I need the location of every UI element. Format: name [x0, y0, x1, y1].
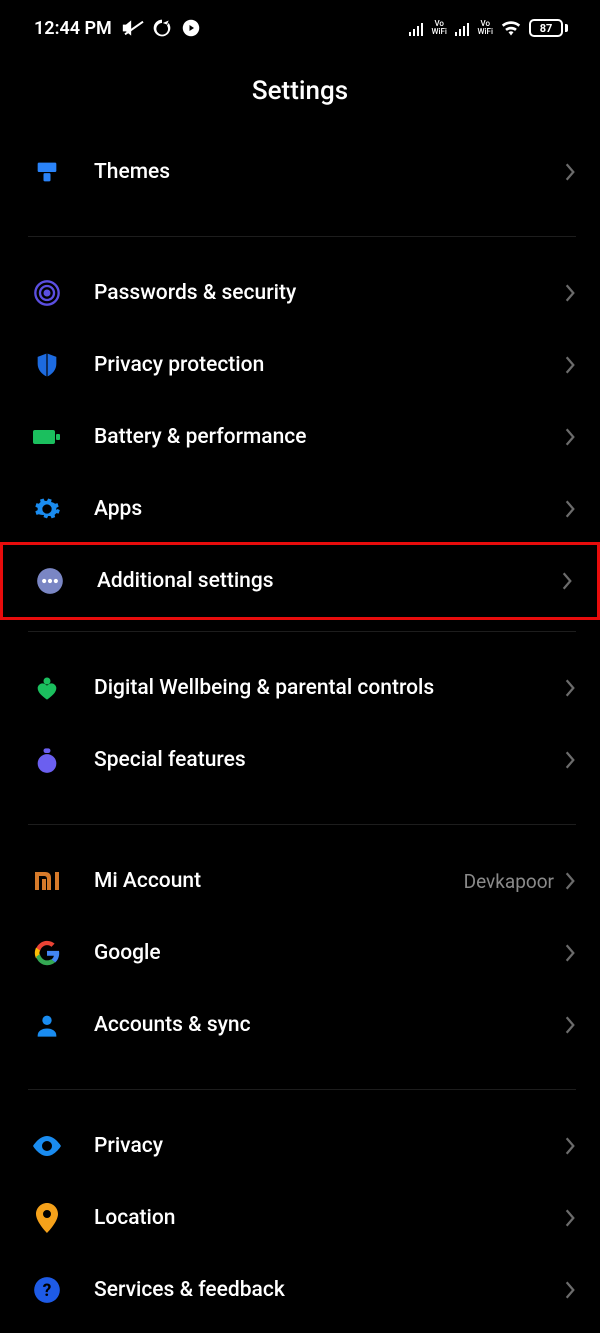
chevron-right-icon: [564, 427, 576, 447]
row-battery-performance[interactable]: Battery & performance: [0, 401, 600, 473]
flask-icon: [32, 745, 62, 775]
label-location: Location: [94, 1206, 564, 1230]
mi-logo-icon: [32, 866, 62, 896]
row-additional-settings[interactable]: Additional settings: [3, 545, 597, 617]
label-google: Google: [94, 941, 564, 965]
more-icon: [35, 566, 65, 596]
clock: 12:44 PM: [34, 18, 112, 39]
chevron-right-icon: [564, 355, 576, 375]
row-privacy-protection[interactable]: Privacy protection: [0, 329, 600, 401]
wellbeing-icon: [32, 673, 62, 703]
battery-icon: 87: [529, 19, 568, 37]
vowifi-1: VoWiFi: [431, 20, 447, 36]
divider: [28, 824, 576, 825]
battery-icon: [32, 422, 62, 452]
chevron-right-icon: [564, 1280, 576, 1300]
google-icon: [32, 938, 62, 968]
chevron-right-icon: [564, 1136, 576, 1156]
chevron-right-icon: [564, 499, 576, 519]
chevron-right-icon: [564, 1015, 576, 1035]
row-privacy[interactable]: Privacy: [0, 1110, 600, 1182]
divider: [28, 1089, 576, 1090]
chevron-right-icon: [564, 1208, 576, 1228]
label-privacy: Privacy: [94, 1134, 564, 1158]
row-passwords-security[interactable]: Passwords & security: [0, 257, 600, 329]
row-location[interactable]: Location: [0, 1182, 600, 1254]
label-apps: Apps: [94, 497, 564, 521]
label-themes: Themes: [94, 160, 564, 184]
svg-text:?: ?: [43, 1281, 52, 1301]
row-special-features[interactable]: Special features: [0, 724, 600, 796]
label-privacy-protection: Privacy protection: [94, 353, 564, 377]
chevron-right-icon: [564, 283, 576, 303]
chevron-right-icon: [561, 571, 573, 591]
label-battery: Battery & performance: [94, 425, 564, 449]
help-icon: ?: [32, 1275, 62, 1305]
row-accounts-sync[interactable]: Accounts & sync: [0, 989, 600, 1061]
divider: [28, 631, 576, 632]
highlight-additional-settings: Additional settings: [0, 542, 600, 620]
row-themes[interactable]: Themes: [0, 136, 600, 208]
gear-icon: [32, 494, 62, 524]
sync-icon: [152, 18, 172, 38]
fingerprint-icon: [32, 278, 62, 308]
chevron-right-icon: [564, 943, 576, 963]
page-title: Settings: [0, 56, 600, 136]
battery-level: 87: [529, 19, 563, 37]
label-special: Special features: [94, 748, 564, 772]
row-apps[interactable]: Apps: [0, 473, 600, 545]
vowifi-2: VoWiFi: [477, 20, 493, 36]
themes-icon: [32, 157, 62, 187]
label-wellbeing: Digital Wellbeing & parental controls: [94, 676, 564, 700]
person-icon: [32, 1010, 62, 1040]
row-services-feedback[interactable]: ? Services & feedback: [0, 1254, 600, 1326]
signal-2-icon: [455, 21, 470, 36]
value-mi-account: Devkapoor: [464, 870, 564, 893]
wifi-icon: [501, 20, 521, 36]
row-digital-wellbeing[interactable]: Digital Wellbeing & parental controls: [0, 652, 600, 724]
signal-1-icon: [409, 21, 424, 36]
chevron-right-icon: [564, 162, 576, 182]
play-icon: [182, 19, 200, 37]
divider: [28, 236, 576, 237]
row-google[interactable]: Google: [0, 917, 600, 989]
row-mi-account[interactable]: Mi Account Devkapoor: [0, 845, 600, 917]
status-left: 12:44 PM: [34, 18, 200, 39]
status-bar: 12:44 PM VoWiFi VoWiFi 87: [0, 0, 600, 56]
eye-icon: [32, 1131, 62, 1161]
location-pin-icon: [32, 1203, 62, 1233]
label-additional: Additional settings: [97, 569, 561, 593]
settings-list: Themes Passwords & security Privacy prot…: [0, 136, 600, 1326]
label-mi-account: Mi Account: [94, 869, 464, 893]
label-services: Services & feedback: [94, 1278, 564, 1302]
mute-icon: [122, 18, 142, 38]
label-accounts-sync: Accounts & sync: [94, 1013, 564, 1037]
label-passwords: Passwords & security: [94, 281, 564, 305]
status-right: VoWiFi VoWiFi 87: [409, 19, 568, 37]
shield-icon: [32, 350, 62, 380]
chevron-right-icon: [564, 750, 576, 770]
chevron-right-icon: [564, 871, 576, 891]
chevron-right-icon: [564, 678, 576, 698]
